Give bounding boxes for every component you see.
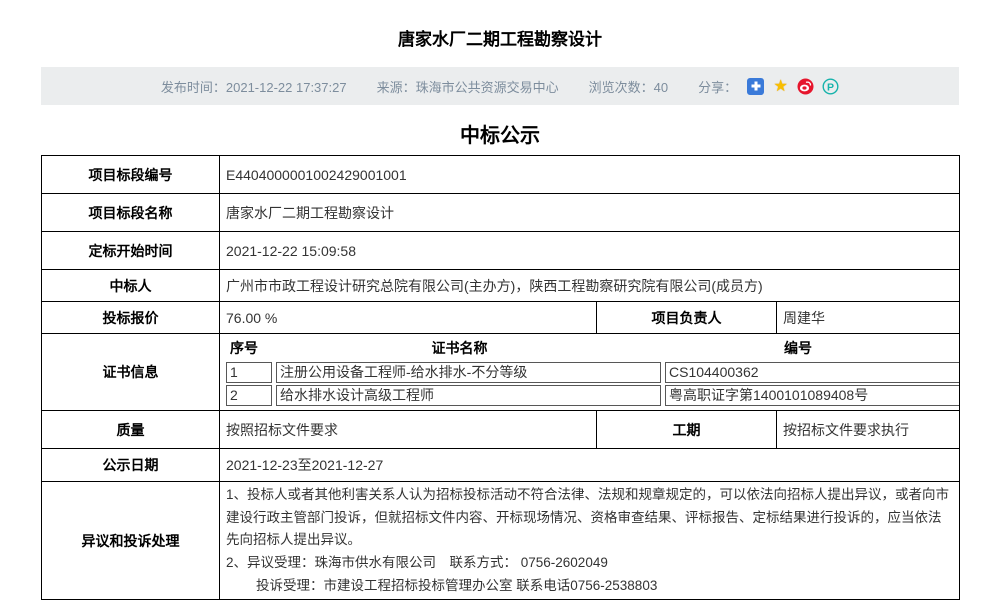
row-label: 项目负责人 <box>597 302 777 334</box>
table-row: 项目标段编号 E4404000001002429001001 <box>42 156 960 194</box>
share-plus-icon[interactable] <box>747 78 764 95</box>
meta-bar: 发布时间：2021-12-22 17:37:27 来源：珠海市公共资源交易中心 … <box>41 67 959 105</box>
certificates-header: 序号 证书名称 编号 <box>226 336 953 361</box>
row-label: 证书信息 <box>42 334 220 411</box>
view-count-label: 浏览次数： <box>589 80 654 95</box>
table-row: 项目标段名称 唐家水厂二期工程勘察设计 <box>42 194 960 232</box>
project-leader-value: 周建华 <box>777 302 960 334</box>
table-row: 证书信息 序号 证书名称 编号 1 注册公用设备工程师-给水排水-不分等级 CS… <box>42 334 960 411</box>
source-label: 来源： <box>377 80 416 95</box>
objection-line-2: 2、异议受理：珠海市供水有限公司 联系方式： 0756-2602049 <box>226 552 953 575</box>
row-label: 质量 <box>42 411 220 449</box>
section-number-value: E4404000001002429001001 <box>220 156 960 194</box>
row-label: 项目标段编号 <box>42 156 220 194</box>
share-label: 分享： <box>698 77 737 96</box>
certificate-row: 2 给水排水设计高级工程师 粤高职证字第1400101089408号 <box>226 385 953 406</box>
row-label: 异议和投诉处理 <box>42 482 220 600</box>
page: 唐家水厂二期工程勘察设计 发布时间：2021-12-22 17:37:27 来源… <box>0 0 1000 600</box>
table-row: 公示日期 2021-12-23至2021-12-27 <box>42 449 960 482</box>
svg-text:P: P <box>827 81 834 93</box>
friends-p-icon[interactable]: P <box>822 78 839 95</box>
weibo-icon[interactable] <box>797 78 814 95</box>
table-row: 投标报价 76.00 % 项目负责人 周建华 <box>42 302 960 334</box>
decision-time-value: 2021-12-22 15:09:58 <box>220 232 960 270</box>
table-row: 质量 按照招标文件要求 工期 按招标文件要求执行 <box>42 411 960 449</box>
row-label: 中标人 <box>42 270 220 302</box>
certificate-row: 1 注册公用设备工程师-给水排水-不分等级 CS104400362 <box>226 362 953 383</box>
cert-name-box: 注册公用设备工程师-给水排水-不分等级 <box>276 362 661 383</box>
share-icons: ★ P <box>747 78 839 95</box>
table-row: 中标人 广州市市政工程设计研究总院有限公司(主办方)，陕西工程勘察研究院有限公司… <box>42 270 960 302</box>
cert-name-box: 给水排水设计高级工程师 <box>276 385 661 406</box>
row-label: 公示日期 <box>42 449 220 482</box>
publish-time-label: 发布时间： <box>161 80 226 95</box>
cert-no-box: 1 <box>226 362 272 383</box>
row-label: 定标开始时间 <box>42 232 220 270</box>
row-label: 工期 <box>597 411 777 449</box>
certificates-cell: 序号 证书名称 编号 1 注册公用设备工程师-给水排水-不分等级 CS10440… <box>220 334 960 411</box>
row-label: 投标报价 <box>42 302 220 334</box>
section-name-value: 唐家水厂二期工程勘察设计 <box>220 194 960 232</box>
source-value: 珠海市公共资源交易中心 <box>416 80 559 95</box>
publish-time: 发布时间：2021-12-22 17:37:27 <box>161 77 347 96</box>
view-count-value: 40 <box>654 80 668 95</box>
cert-col-no: 序号 <box>226 338 276 358</box>
cert-no-box: 2 <box>226 385 272 406</box>
qzone-star-icon[interactable]: ★ <box>772 78 789 95</box>
cert-col-name: 证书名称 <box>276 338 643 358</box>
quality-value: 按照招标文件要求 <box>220 411 597 449</box>
cert-col-code: 编号 <box>643 338 953 358</box>
announcement-heading: 中标公示 <box>0 119 1000 148</box>
objection-cell: 1、投标人或者其他利害关系人认为招标投标活动不符合法律、法规和规章规定的，可以依… <box>220 482 960 600</box>
publicity-date-value: 2021-12-23至2021-12-27 <box>220 449 960 482</box>
row-label: 项目标段名称 <box>42 194 220 232</box>
share-group: 分享： ★ P <box>698 77 839 96</box>
announcement-table: 项目标段编号 E4404000001002429001001 项目标段名称 唐家… <box>41 155 960 600</box>
publish-time-value: 2021-12-22 17:37:27 <box>226 80 347 95</box>
view-count: 浏览次数：40 <box>589 77 668 96</box>
winner-value: 广州市市政工程设计研究总院有限公司(主办方)，陕西工程勘察研究院有限公司(成员方… <box>220 270 960 302</box>
cert-code-box: CS104400362 <box>665 362 960 383</box>
objection-line-1: 1、投标人或者其他利害关系人认为招标投标活动不符合法律、法规和规章规定的，可以依… <box>226 484 953 552</box>
table-row: 定标开始时间 2021-12-22 15:09:58 <box>42 232 960 270</box>
duration-value: 按招标文件要求执行 <box>777 411 960 449</box>
table-row: 异议和投诉处理 1、投标人或者其他利害关系人认为招标投标活动不符合法律、法规和规… <box>42 482 960 600</box>
objection-line-3: 投诉受理：市建设工程招标投标管理办公室 联系电话0756-2538803 <box>226 575 953 598</box>
page-title: 唐家水厂二期工程勘察设计 <box>0 0 1000 50</box>
bid-price-value: 76.00 % <box>220 302 597 334</box>
source: 来源：珠海市公共资源交易中心 <box>377 77 559 96</box>
cert-code-box: 粤高职证字第1400101089408号 <box>665 385 960 406</box>
